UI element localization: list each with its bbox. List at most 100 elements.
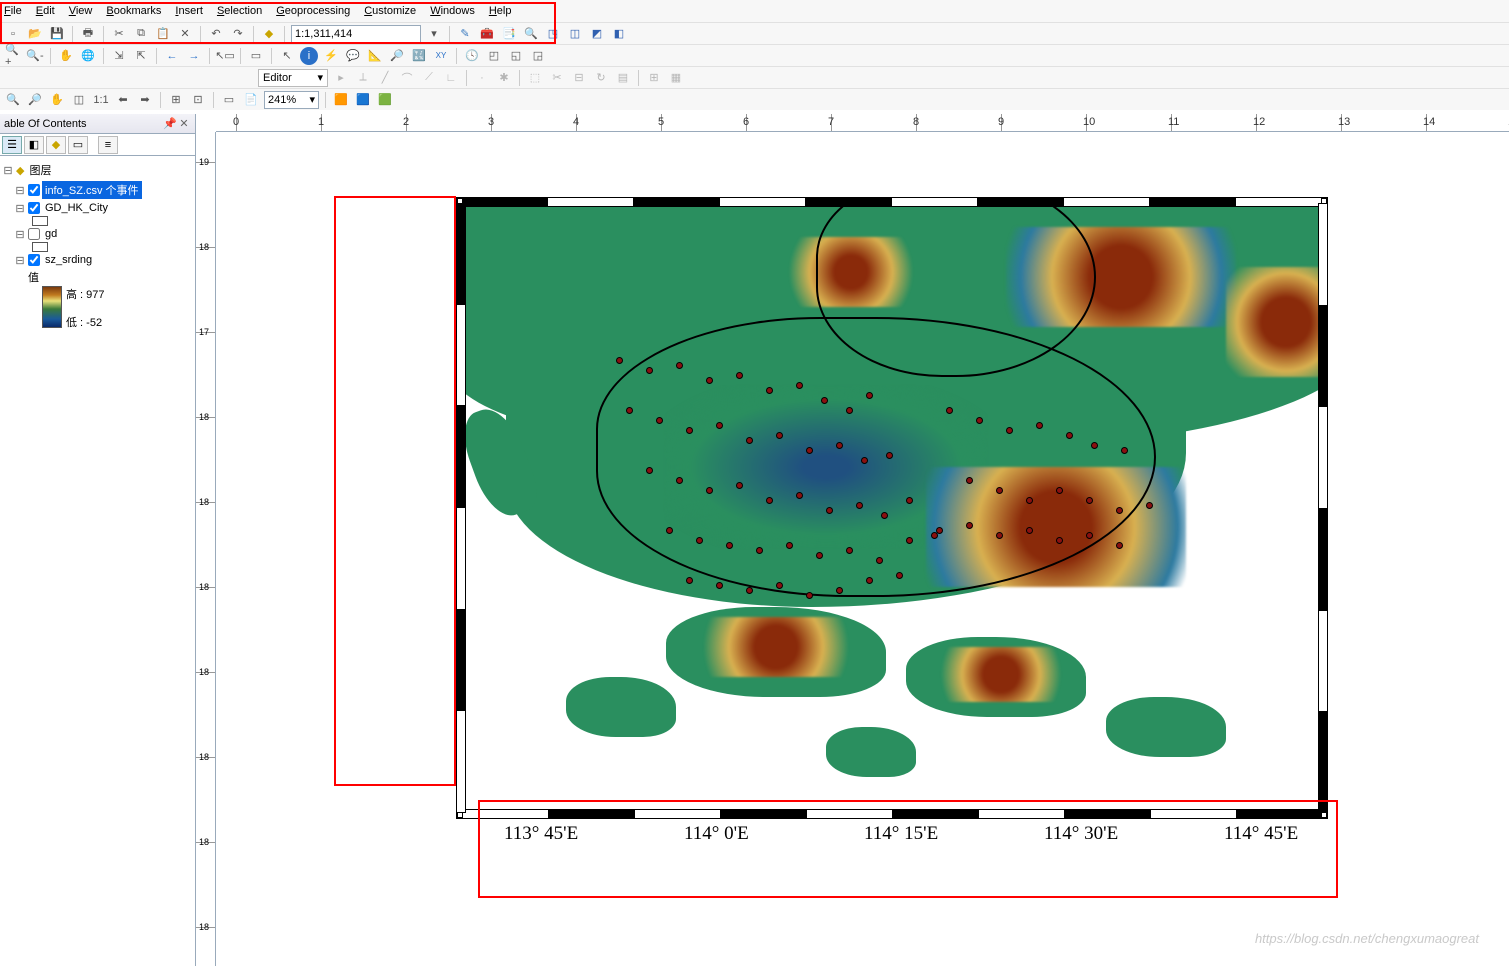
menu-insert[interactable]: Insert xyxy=(175,5,203,17)
layout-pan-icon[interactable]: ✋ xyxy=(48,91,66,109)
pin-icon[interactable]: 📌 xyxy=(163,117,177,131)
trace-icon[interactable]: ⟋ xyxy=(420,69,438,87)
cut-icon[interactable]: ✂ xyxy=(110,25,128,43)
edit-vertices-icon[interactable]: ✱ xyxy=(495,69,513,87)
layer-checkbox[interactable] xyxy=(28,228,40,240)
zoom-out-icon[interactable]: 🔍- xyxy=(26,47,44,65)
data-driven-pages-icon[interactable]: 📄 xyxy=(242,91,260,109)
straight-segment-icon[interactable]: ╱ xyxy=(376,69,394,87)
sketch-props-icon[interactable]: ⊞ xyxy=(645,69,663,87)
go-back-extent-icon[interactable]: ⬅ xyxy=(114,91,132,109)
dataframe-node[interactable]: ⊟ ◆ 图层 xyxy=(2,160,193,180)
add-data-icon[interactable]: ◆ xyxy=(260,25,278,43)
paste-icon[interactable]: 📋 xyxy=(154,25,172,43)
collapse-icon[interactable]: ⊟ xyxy=(14,254,26,267)
layer-node[interactable]: ⊟ GD_HK_City xyxy=(2,200,193,216)
toggle-draft-icon[interactable]: ⊞ xyxy=(167,91,185,109)
layer-node[interactable]: ⊟ info_SZ.csv 个事件 xyxy=(2,180,193,200)
delete-icon[interactable]: ✕ xyxy=(176,25,194,43)
layer-label[interactable]: GD_HK_City xyxy=(42,201,111,215)
full-extent-icon[interactable]: 🌐 xyxy=(79,47,97,65)
list-by-selection-icon[interactable]: ▭ xyxy=(68,136,88,154)
polygon-symbol-swatch[interactable] xyxy=(32,242,48,252)
georef3-icon[interactable]: 🟩 xyxy=(376,91,394,109)
layer-node[interactable]: ⊟ sz_srding xyxy=(2,252,193,268)
modelbuilder-icon[interactable]: ◧ xyxy=(610,25,628,43)
redo-icon[interactable]: ↷ xyxy=(229,25,247,43)
zoom-whole-page-icon[interactable]: ◫ xyxy=(70,91,88,109)
measure-icon[interactable]: 📐 xyxy=(366,47,384,65)
scale-dropdown-icon[interactable]: ▾ xyxy=(425,25,443,43)
collapse-icon[interactable]: ⊟ xyxy=(14,228,26,241)
edit-tool-icon[interactable]: ▸ xyxy=(332,69,350,87)
collapse-icon[interactable]: ⊟ xyxy=(2,164,14,177)
editor-toolbar-icon[interactable]: ✎ xyxy=(456,25,474,43)
menu-view[interactable]: View xyxy=(69,5,93,17)
list-by-source-icon[interactable]: ◧ xyxy=(24,136,44,154)
data-frame[interactable] xyxy=(462,203,1322,813)
layout-zoom-combo[interactable]: 241%▾ xyxy=(264,91,319,109)
zoom-100-icon[interactable]: 1:1 xyxy=(92,91,110,109)
layout-view[interactable]: 0 1 2 3 4 5 6 7 8 9 10 11 12 13 14 15 19… xyxy=(196,114,1509,966)
hyperlink-icon[interactable]: ⚡ xyxy=(322,47,340,65)
menu-file[interactable]: FFileile xyxy=(4,5,22,17)
layer-label[interactable]: info_SZ.csv 个事件 xyxy=(42,181,142,199)
menu-windows[interactable]: Windows xyxy=(430,5,475,17)
layer-checkbox[interactable] xyxy=(28,254,40,266)
find-route-icon[interactable]: 🔣 xyxy=(410,47,428,65)
right-angle-icon[interactable]: ∟ xyxy=(442,69,460,87)
close-icon[interactable]: ✕ xyxy=(177,117,191,131)
catalog-icon[interactable]: 📑 xyxy=(500,25,518,43)
point-icon[interactable]: · xyxy=(473,69,491,87)
find-icon[interactable]: 🔎 xyxy=(388,47,406,65)
cut-polygons-icon[interactable]: ✂ xyxy=(548,69,566,87)
focus-data-frame-icon[interactable]: ⊡ xyxy=(189,91,207,109)
create-features-icon[interactable]: ▦ xyxy=(667,69,685,87)
python-icon[interactable]: ◳ xyxy=(544,25,562,43)
clear-selection-icon[interactable]: ▭ xyxy=(247,47,265,65)
copy-icon[interactable]: ⧉ xyxy=(132,25,150,43)
collapse-icon[interactable]: ⊟ xyxy=(14,184,26,197)
rotate-icon[interactable]: ↻ xyxy=(592,69,610,87)
go-to-xy-icon[interactable]: XY xyxy=(432,47,450,65)
options-icon[interactable]: ≡ xyxy=(98,136,118,154)
arc-segment-icon[interactable]: ⌒ xyxy=(398,69,416,87)
viewer-window-icon[interactable]: ◰ xyxy=(485,47,503,65)
layout-canvas[interactable]: 23° 0'N 22° 45'N 22° 30'N 22° 15'N 113° … xyxy=(216,132,1509,966)
catalog-tree-icon[interactable]: ◲ xyxy=(529,47,547,65)
zoom-in-icon[interactable]: 🔍+ xyxy=(4,47,22,65)
color-ramp-swatch[interactable] xyxy=(42,286,62,328)
layer-node[interactable]: ⊟ gd xyxy=(2,226,193,242)
print-icon[interactable]: 🖶 xyxy=(79,25,97,43)
identify-icon[interactable]: i xyxy=(300,47,318,65)
menu-customize[interactable]: Customize xyxy=(364,5,416,17)
toolbox-icon[interactable]: 🧰 xyxy=(478,25,496,43)
undo-icon[interactable]: ↶ xyxy=(207,25,225,43)
georef2-icon[interactable]: 🟦 xyxy=(354,91,372,109)
menu-selection[interactable]: Selection xyxy=(217,5,262,17)
select-features-icon[interactable]: ↖▭ xyxy=(216,47,234,65)
time-slider-icon[interactable]: 🕓 xyxy=(463,47,481,65)
layout-zoom-out-icon[interactable]: 🔎 xyxy=(26,91,44,109)
layer-label[interactable]: gd xyxy=(42,227,60,241)
go-forward-extent-icon[interactable]: ➡ xyxy=(136,91,154,109)
layer-label[interactable]: sz_srding xyxy=(42,253,95,267)
attributes-icon[interactable]: ▤ xyxy=(614,69,632,87)
collapse-icon[interactable]: ⊟ xyxy=(14,202,26,215)
save-icon[interactable]: 💾 xyxy=(48,25,66,43)
forward-icon[interactable]: → xyxy=(185,47,203,65)
list-by-visibility-icon[interactable]: ◆ xyxy=(46,136,66,154)
window2-icon[interactable]: ◩ xyxy=(588,25,606,43)
window-icon[interactable]: ◫ xyxy=(566,25,584,43)
list-by-drawing-order-icon[interactable]: ☰ xyxy=(2,136,22,154)
menu-bookmarks[interactable]: Bookmarks xyxy=(106,5,161,17)
reshape-icon[interactable]: ⬚ xyxy=(526,69,544,87)
viewer-icon[interactable]: ◱ xyxy=(507,47,525,65)
new-icon[interactable]: ▫ xyxy=(4,25,22,43)
menu-geoprocessing[interactable]: Geoprocessing xyxy=(276,5,350,17)
georef-icon[interactable]: 🟧 xyxy=(332,91,350,109)
fixed-zoom-out-icon[interactable]: ⇱ xyxy=(132,47,150,65)
menu-help[interactable]: Help xyxy=(489,5,512,17)
select-elements-icon[interactable]: ↖ xyxy=(278,47,296,65)
html-popup-icon[interactable]: 💬 xyxy=(344,47,362,65)
